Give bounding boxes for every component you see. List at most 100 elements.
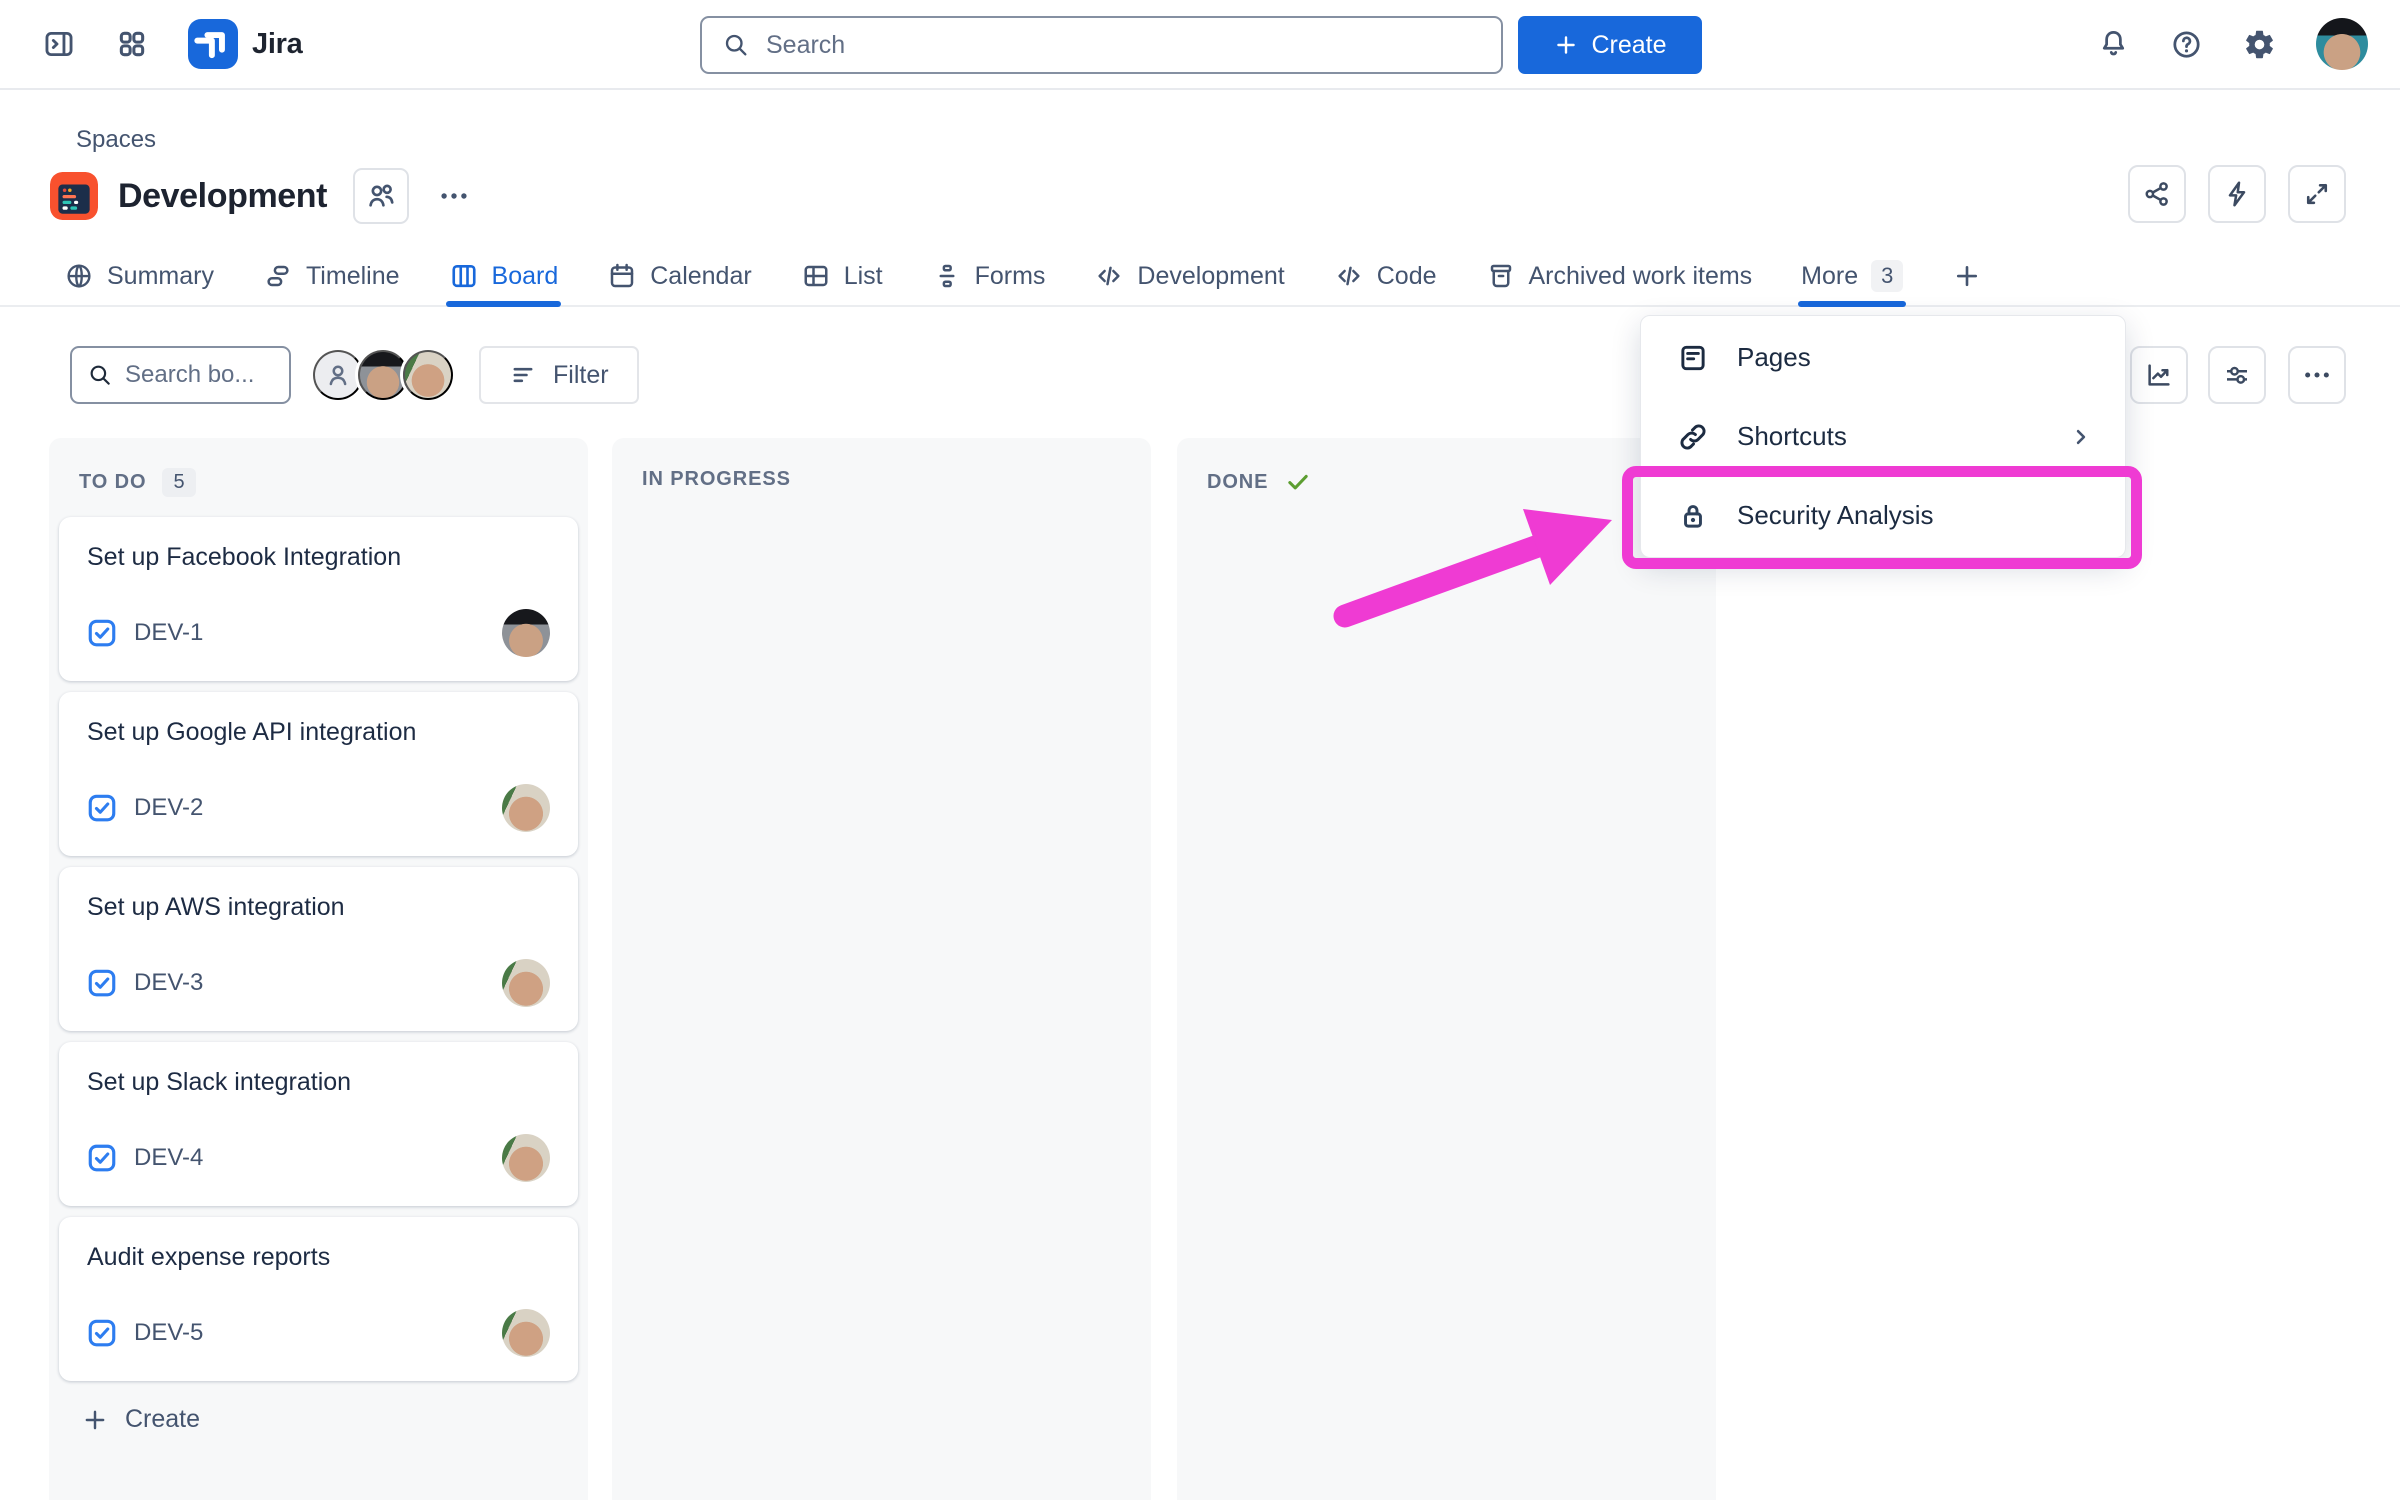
filter-button[interactable]: Filter — [479, 346, 639, 404]
timeline-icon — [263, 261, 293, 291]
card-key: DEV-3 — [134, 969, 203, 997]
assignee-avatar[interactable] — [502, 609, 550, 657]
project-logo — [50, 172, 98, 220]
calendar-icon — [607, 261, 637, 291]
more-count-badge: 3 — [1871, 260, 1903, 292]
people-icon — [365, 180, 397, 212]
sidebar-toggle-icon — [42, 27, 76, 61]
column-in-progress: IN PROGRESS — [612, 438, 1151, 1500]
user-avatar[interactable] — [2316, 18, 2368, 70]
assignee-avatar[interactable] — [502, 1309, 550, 1357]
task-checkbox-icon — [87, 793, 117, 823]
column-header: IN PROGRESS — [612, 438, 1151, 511]
forms-icon — [932, 261, 962, 291]
member-avatar-2[interactable] — [403, 350, 453, 400]
column-todo: TO DO 5 Set up Facebook Integration DEV-… — [49, 438, 588, 1500]
column-count-badge: 5 — [162, 468, 195, 497]
lock-icon — [1677, 500, 1709, 532]
tab-summary[interactable]: Summary — [64, 247, 214, 305]
ellipsis-icon — [2301, 359, 2333, 391]
filter-icon — [509, 361, 537, 389]
task-checkbox-icon — [87, 1143, 117, 1173]
column-done: DONE — [1177, 438, 1716, 1500]
top-navigation: Jira Create — [0, 0, 2400, 90]
card-dev-2[interactable]: Set up Google API integration DEV-2 — [59, 692, 578, 856]
app-switcher-button[interactable] — [116, 28, 148, 60]
card-dev-3[interactable]: Set up AWS integration DEV-3 — [59, 867, 578, 1031]
member-avatar-1[interactable] — [358, 350, 408, 400]
project-more-button[interactable] — [437, 179, 471, 213]
card-key: DEV-5 — [134, 1319, 203, 1347]
global-search[interactable] — [700, 16, 1503, 74]
pages-icon — [1677, 342, 1709, 374]
menu-item-security-analysis[interactable]: Security Analysis — [1641, 476, 2125, 555]
project-tabs: Summary Timeline Board Calendar List For… — [0, 247, 2400, 307]
help-button[interactable] — [2170, 28, 2203, 61]
breadcrumb[interactable]: Spaces — [76, 126, 156, 154]
share-button[interactable] — [2128, 165, 2186, 223]
task-checkbox-icon — [87, 968, 117, 998]
tab-forms[interactable]: Forms — [932, 247, 1046, 305]
help-icon — [2170, 28, 2203, 61]
settings-button[interactable] — [2243, 28, 2276, 61]
tab-archived-work-items[interactable]: Archived work items — [1486, 247, 1753, 305]
fullscreen-button[interactable] — [2288, 165, 2346, 223]
card-key: DEV-2 — [134, 794, 203, 822]
plus-icon — [1553, 32, 1579, 58]
column-name: DONE — [1207, 471, 1268, 494]
archive-icon — [1486, 261, 1516, 291]
table-icon — [801, 261, 831, 291]
card-dev-4[interactable]: Set up Slack integration DEV-4 — [59, 1042, 578, 1206]
lightning-icon — [2222, 179, 2252, 209]
assignee-filter-avatars — [313, 350, 453, 400]
column-header: DONE — [1177, 438, 1716, 516]
tab-more[interactable]: More 3 — [1801, 247, 1903, 305]
search-input[interactable] — [766, 31, 1481, 60]
members-button[interactable] — [353, 168, 409, 224]
tab-timeline[interactable]: Timeline — [263, 247, 400, 305]
column-name: TO DO — [79, 471, 146, 494]
tab-development[interactable]: Development — [1094, 247, 1284, 305]
jira-home-link[interactable]: Jira — [188, 19, 302, 69]
expand-icon — [2302, 179, 2332, 209]
sidebar-toggle-button[interactable] — [42, 27, 76, 61]
card-dev-5[interactable]: Audit expense reports DEV-5 — [59, 1217, 578, 1381]
view-settings-icon — [2222, 360, 2252, 390]
assignee-avatar[interactable] — [502, 784, 550, 832]
tab-code[interactable]: Code — [1334, 247, 1437, 305]
menu-item-shortcuts[interactable]: Shortcuts — [1641, 397, 2125, 476]
board-icon — [449, 261, 479, 291]
create-button[interactable]: Create — [1518, 16, 1702, 74]
add-tab-button[interactable] — [1952, 247, 1982, 305]
card-dev-1[interactable]: Set up Facebook Integration DEV-1 — [59, 517, 578, 681]
code-icon — [1334, 261, 1364, 291]
card-key: DEV-4 — [134, 1144, 203, 1172]
search-icon — [722, 31, 750, 59]
notifications-button[interactable] — [2097, 28, 2130, 61]
insights-button[interactable] — [2130, 346, 2188, 404]
board-more-button[interactable] — [2288, 346, 2346, 404]
automation-button[interactable] — [2208, 165, 2266, 223]
board-search[interactable]: Search bo... — [70, 346, 291, 404]
menu-item-pages[interactable]: Pages — [1641, 318, 2125, 397]
tab-calendar[interactable]: Calendar — [607, 247, 751, 305]
chevron-right-icon — [2067, 423, 2095, 451]
unassigned-avatar[interactable] — [313, 350, 363, 400]
column-create-button[interactable]: Create — [59, 1405, 578, 1434]
share-icon — [2142, 179, 2172, 209]
app-switcher-icon — [116, 28, 148, 60]
tab-board[interactable]: Board — [449, 247, 559, 305]
view-settings-button[interactable] — [2208, 346, 2266, 404]
tab-list[interactable]: List — [801, 247, 883, 305]
gear-icon — [2243, 28, 2276, 61]
assignee-avatar[interactable] — [502, 959, 550, 1007]
jira-logo — [188, 19, 238, 69]
jira-board-page: Jira Create — [0, 0, 2400, 1500]
ellipsis-icon — [437, 179, 471, 213]
globe-icon — [64, 261, 94, 291]
more-dropdown-menu: Pages Shortcuts Security Analysis — [1640, 315, 2126, 558]
assignee-avatar[interactable] — [502, 1134, 550, 1182]
page-title: Development — [118, 177, 327, 216]
column-name: IN PROGRESS — [642, 468, 791, 491]
board-toolbar: Search bo... Filter — [70, 346, 639, 404]
